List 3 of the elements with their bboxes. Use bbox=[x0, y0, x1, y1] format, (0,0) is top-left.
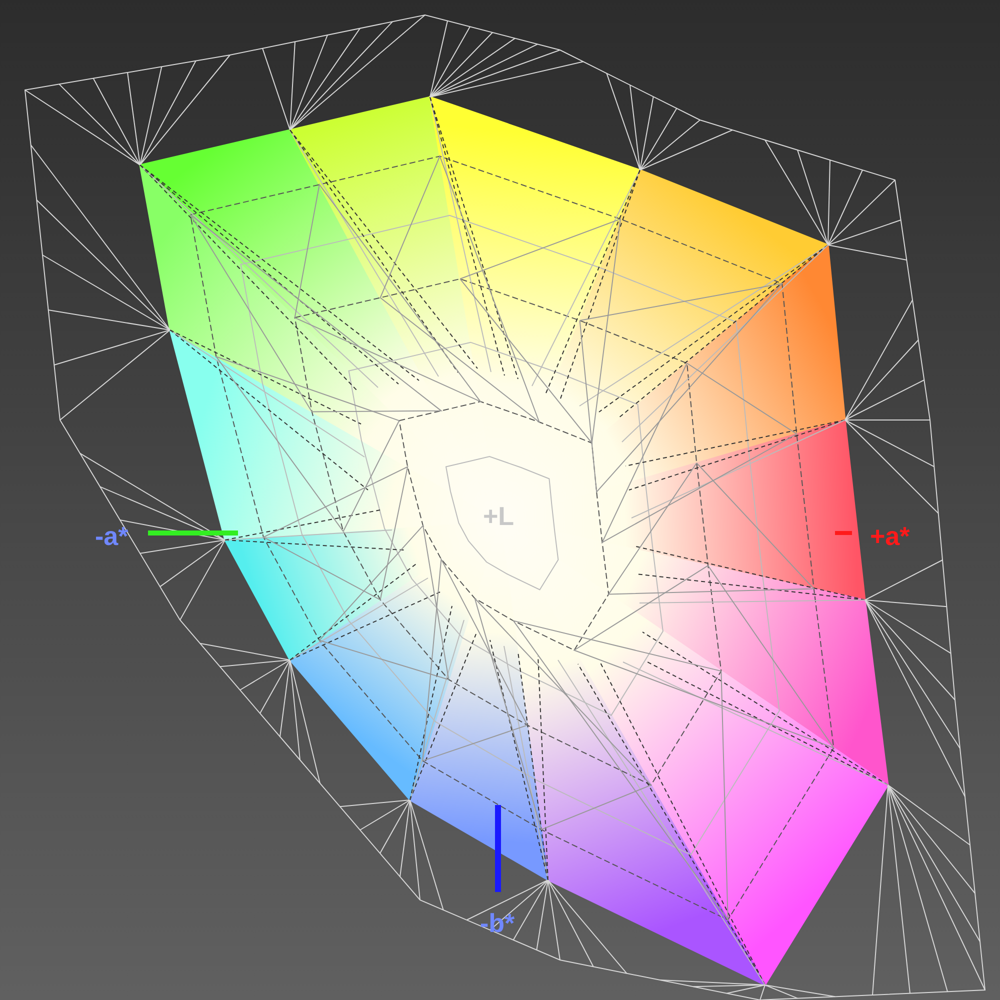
axis-label: -a* bbox=[95, 521, 128, 551]
axis-line bbox=[835, 531, 852, 535]
axis-label: +a* bbox=[870, 521, 910, 551]
